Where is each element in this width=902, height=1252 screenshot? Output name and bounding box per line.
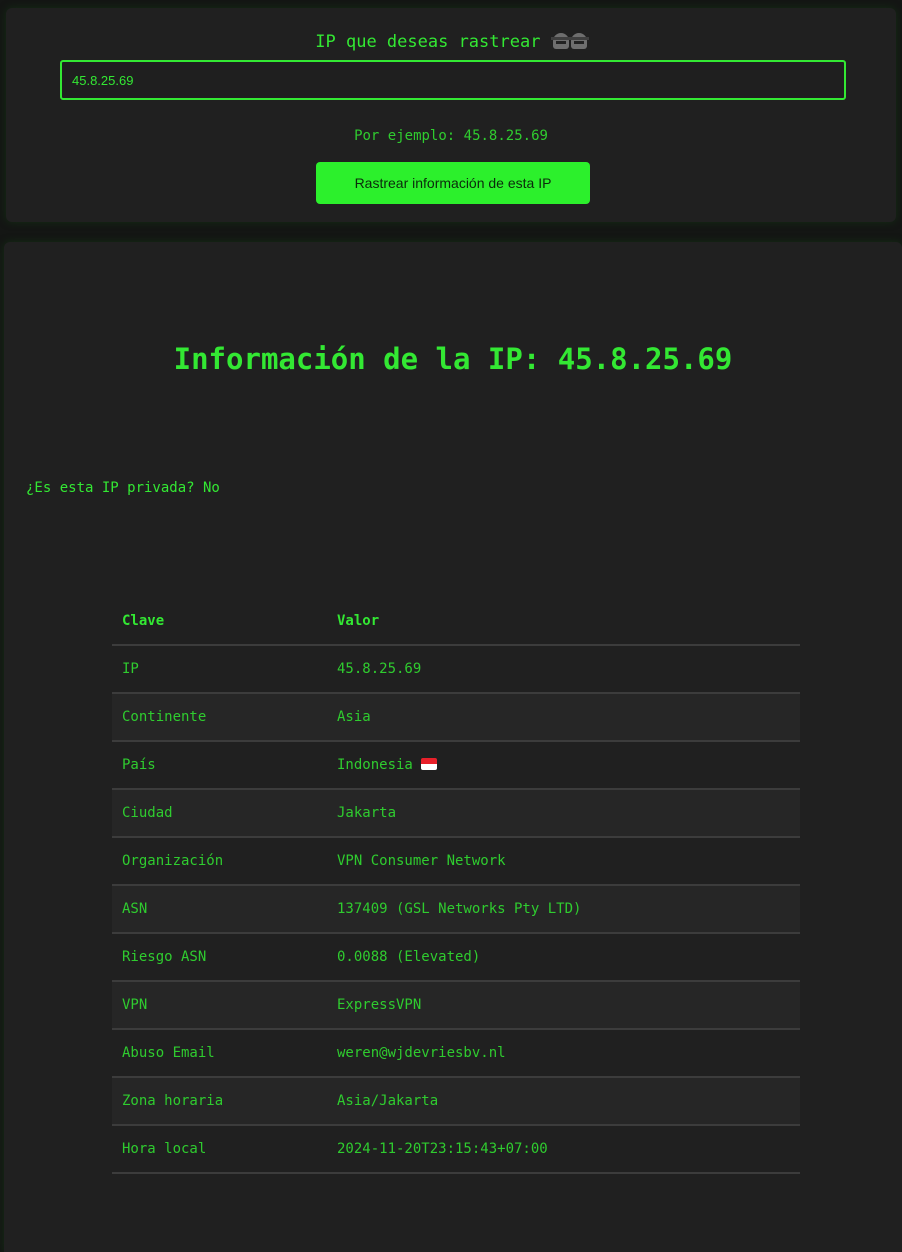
table-row: ASN 137409 (GSL Networks Pty LTD)	[112, 885, 800, 934]
row-value: ExpressVPN	[327, 981, 800, 1030]
result-title: Información de la IP: 45.8.25.69	[173, 342, 733, 376]
table-row: Ciudad Jakarta	[112, 789, 800, 838]
table-row: Abuso Email weren@wjdevriesbv.nl	[112, 1029, 800, 1078]
track-ip-button[interactable]: Rastrear información de esta IP	[316, 162, 590, 204]
ip-info-table: Clave Valor IP 45.8.25.69 Continente Asi…	[112, 598, 800, 1174]
table-row: Organización VPN Consumer Network	[112, 837, 800, 886]
table-row: Riesgo ASN 0.0088 (Elevated)	[112, 933, 800, 982]
row-value: VPN Consumer Network	[327, 837, 800, 886]
result-panel: Información de la IP: 45.8.25.69 ¿Es est…	[4, 242, 902, 1252]
row-key: Ciudad	[112, 789, 327, 838]
row-value: 2024-11-20T23:15:43+07:00	[327, 1125, 800, 1174]
search-label-row: IP que deseas rastrear	[6, 32, 896, 52]
detective-icon	[550, 33, 571, 49]
column-header-key: Clave	[112, 598, 327, 646]
private-ip-status: ¿Es esta IP privada? No	[26, 480, 220, 496]
table-row: Continente Asia	[112, 693, 800, 742]
row-key: Hora local	[112, 1125, 327, 1174]
row-value: Jakarta	[327, 789, 800, 838]
row-value-cell: Indonesia	[327, 741, 800, 790]
row-key: País	[112, 741, 327, 790]
table-row: Zona horaria Asia/Jakarta	[112, 1077, 800, 1126]
search-panel: IP que deseas rastrear Por ejemplo: 45.8…	[6, 8, 896, 222]
table-header-row: Clave Valor	[112, 598, 800, 646]
row-key: Abuso Email	[112, 1029, 327, 1078]
indonesia-flag-icon	[420, 758, 437, 770]
table-row: Hora local 2024-11-20T23:15:43+07:00	[112, 1125, 800, 1174]
row-value: Indonesia	[337, 757, 413, 773]
row-key: ASN	[112, 885, 327, 934]
table-row: VPN ExpressVPN	[112, 981, 800, 1030]
table-row: País Indonesia	[112, 741, 800, 790]
ip-input[interactable]	[60, 60, 846, 100]
example-hint: Por ejemplo: 45.8.25.69	[354, 128, 548, 144]
row-key: Zona horaria	[112, 1077, 327, 1126]
table-row: IP 45.8.25.69	[112, 645, 800, 694]
row-value: 45.8.25.69	[327, 645, 800, 694]
search-label: IP que deseas rastrear	[315, 32, 541, 52]
row-key: Continente	[112, 693, 327, 742]
row-key: Organización	[112, 837, 327, 886]
row-value: weren@wjdevriesbv.nl	[327, 1029, 800, 1078]
row-value: 0.0088 (Elevated)	[327, 933, 800, 982]
row-key: VPN	[112, 981, 327, 1030]
row-key: IP	[112, 645, 327, 694]
row-value: Asia	[327, 693, 800, 742]
row-value: Asia/Jakarta	[327, 1077, 800, 1126]
detective-icon	[568, 33, 589, 49]
row-value: 137409 (GSL Networks Pty LTD)	[327, 885, 800, 934]
column-header-value: Valor	[327, 598, 800, 646]
row-key: Riesgo ASN	[112, 933, 327, 982]
